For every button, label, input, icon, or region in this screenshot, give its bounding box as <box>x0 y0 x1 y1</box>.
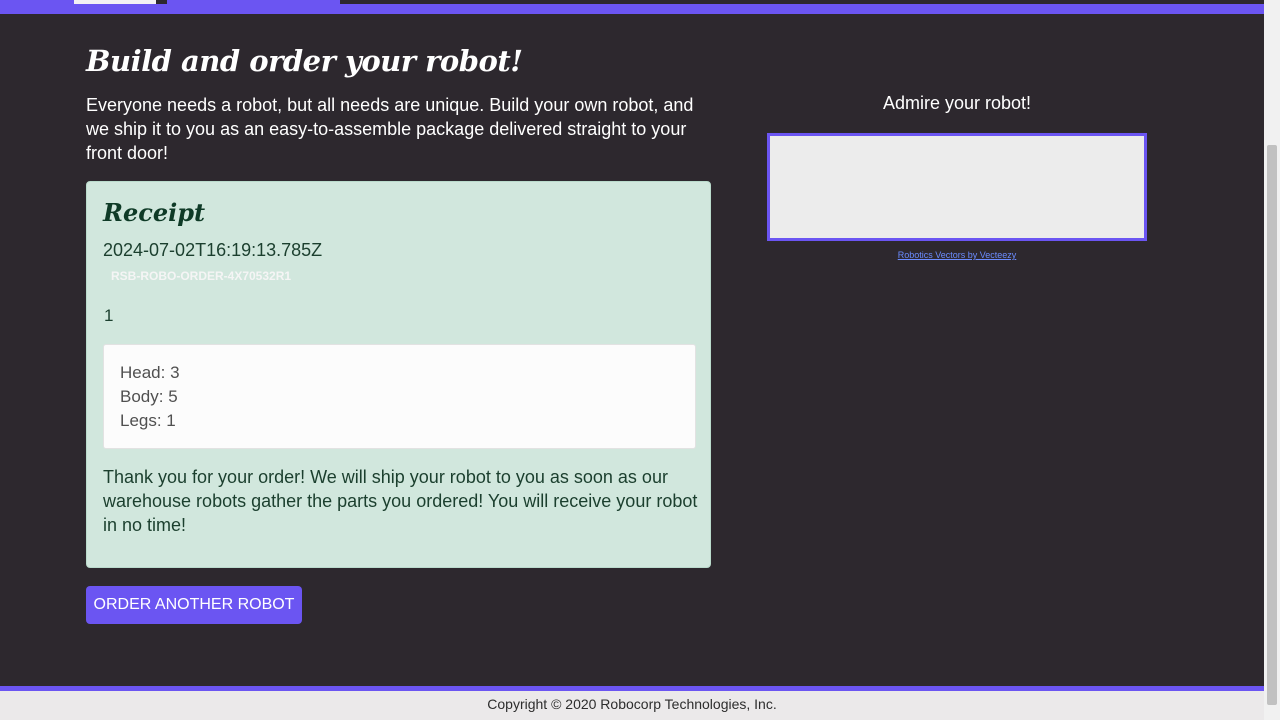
nav-tab-indicator-home[interactable] <box>74 0 156 4</box>
receipt-panel: Receipt 2024-07-02T16:19:13.785Z RSB-ROB… <box>86 181 711 568</box>
receipt-heading: Receipt <box>103 198 206 227</box>
nav-spacer <box>340 0 1264 4</box>
top-nav-bar <box>0 0 1264 14</box>
receipt-thanks-message: Thank you for your order! We will ship y… <box>103 467 698 535</box>
footer-accent-stripe <box>0 686 1264 691</box>
part-legs: Legs: 1 <box>120 411 176 430</box>
robot-preview-image <box>767 133 1147 241</box>
robot-preview-label: Admire your robot! <box>882 93 1032 113</box>
scrollbar-thumb[interactable] <box>1267 145 1277 705</box>
intro-text: Everyone needs a robot, but all needs ar… <box>86 95 694 163</box>
top-accent-stripe <box>0 4 1264 14</box>
receipt-parts-box: Head: 3 Body: 5 Legs: 1 <box>103 344 696 449</box>
part-head: Head: 3 <box>120 363 180 382</box>
receipt-order-id: RSB-ROBO-ORDER-4X70532R1 <box>111 269 292 283</box>
vertical-scrollbar[interactable] <box>1264 0 1280 720</box>
order-another-robot-button[interactable]: ORDER ANOTHER ROBOT <box>86 586 302 624</box>
nav-tab-indicator-left[interactable] <box>0 0 74 4</box>
page-footer: Copyright © 2020 Robocorp Technologies, … <box>0 686 1264 720</box>
vecteezy-credit-link[interactable]: Robotics Vectors by Vecteezy <box>767 250 1147 260</box>
receipt-address: 1 <box>104 306 114 325</box>
page-title: Build and order your robot! <box>86 44 523 78</box>
footer-copyright: Copyright © 2020 Robocorp Technologies, … <box>487 696 777 712</box>
nav-tab-indicator-active[interactable] <box>167 0 340 4</box>
receipt-timestamp: 2024-07-02T16:19:13.785Z <box>103 240 323 260</box>
app-viewport: Build and order your robot! Everyone nee… <box>0 0 1280 720</box>
part-body: Body: 5 <box>120 387 178 406</box>
